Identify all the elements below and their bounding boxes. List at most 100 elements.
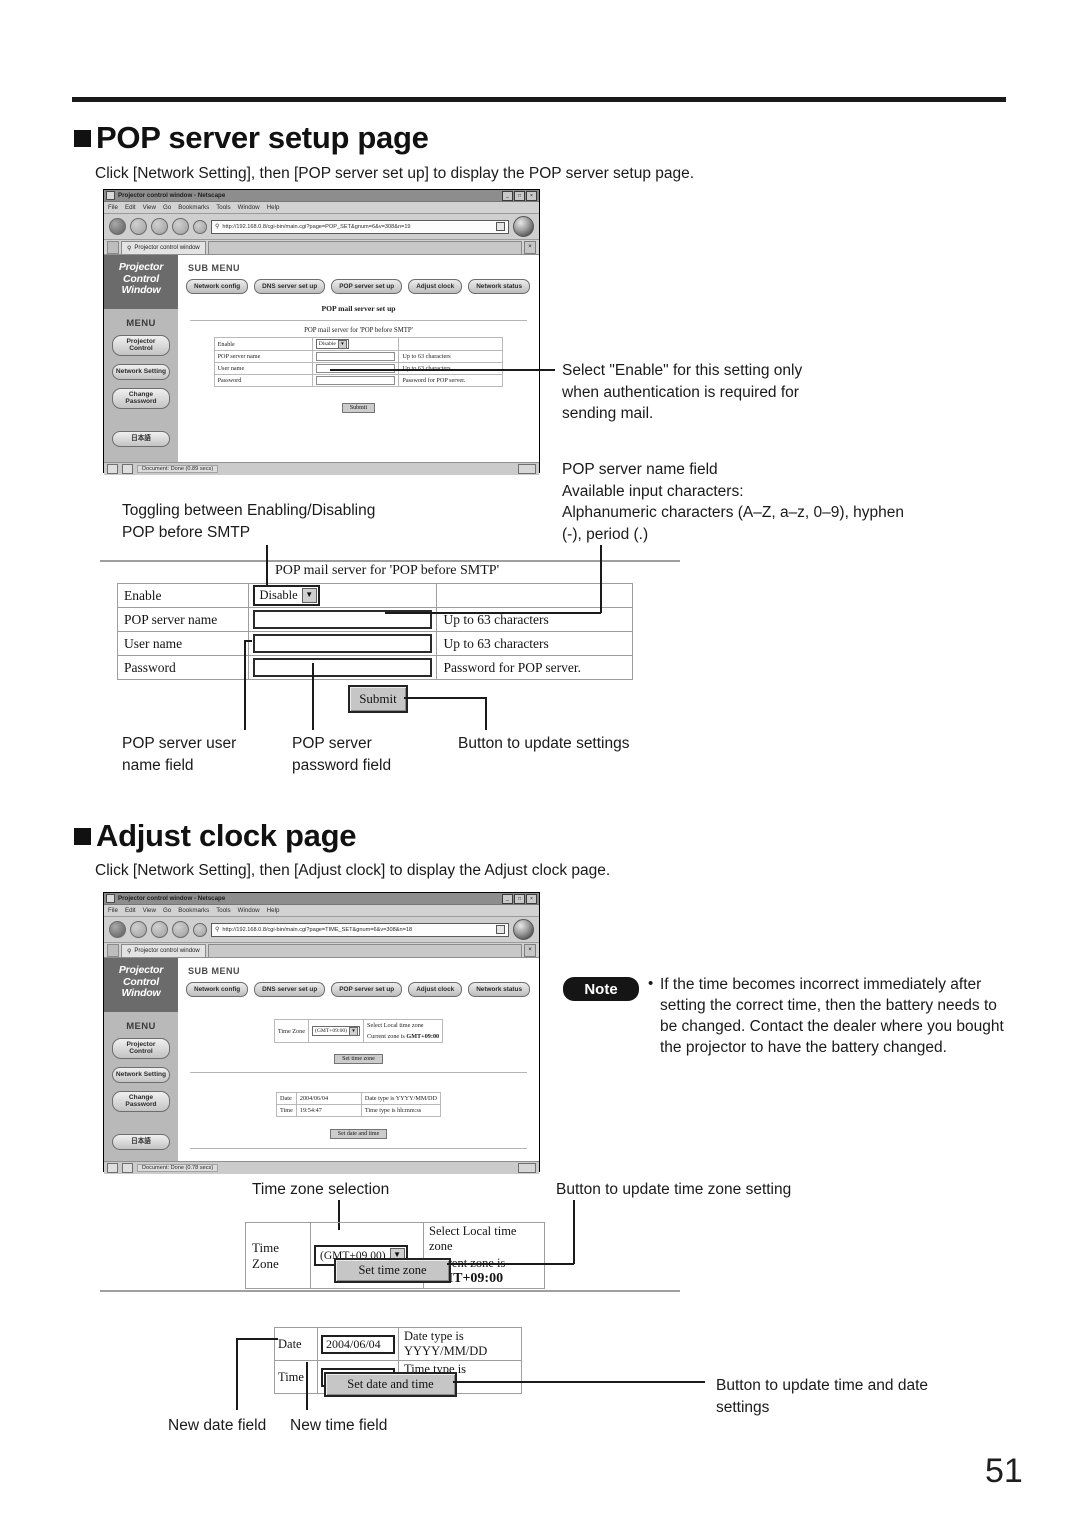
table-row: Password Password for POP server. <box>213 374 504 387</box>
address-bar[interactable]: ⚲ http://192.168.0.8/cgi-bin/main.cgi?pa… <box>211 922 509 937</box>
detail-set-time-zone-button[interactable]: Set time zone <box>334 1258 451 1283</box>
content-divider <box>190 1072 527 1073</box>
nav-network-config[interactable]: Network config <box>186 279 249 294</box>
back-button-icon[interactable] <box>109 218 126 235</box>
chevron-down-icon[interactable]: ▼ <box>337 339 347 349</box>
chevron-down-icon[interactable] <box>496 925 505 934</box>
menu-item-bookmarks[interactable]: Bookmarks <box>178 204 209 211</box>
nav-adjust-clock[interactable]: Adjust clock <box>408 279 463 294</box>
menu-item-go[interactable]: Go <box>163 204 171 211</box>
menu-item-window[interactable]: Window <box>238 204 260 211</box>
forward-button-icon[interactable] <box>130 921 147 938</box>
submit-button[interactable]: Submit <box>341 403 376 413</box>
detail-submit-button[interactable]: Submit <box>348 685 408 713</box>
location-pin-icon: ⚲ <box>215 927 220 933</box>
password-input[interactable] <box>315 376 396 385</box>
enable-select[interactable]: Disable ▼ <box>315 339 349 349</box>
tab-list-handle[interactable] <box>107 241 119 254</box>
sidebar-item-change-password[interactable]: Change Password <box>112 387 170 409</box>
tz-hint-2-value: GMT+09:00 <box>406 1033 440 1040</box>
menu-item-help[interactable]: Help <box>267 204 280 211</box>
time-hint: Time type is hh:mm:ss <box>360 1104 441 1117</box>
menu-item-window[interactable]: Window <box>238 907 260 914</box>
sidebar-item-change-password[interactable]: Change Password <box>112 1090 170 1112</box>
back-button-icon[interactable] <box>109 921 126 938</box>
content-page-title: POP mail server set up <box>321 304 396 313</box>
menu-item-file[interactable]: File <box>108 907 118 914</box>
browser-tab[interactable]: ⚲ Projector control window <box>121 241 206 254</box>
nav-pop-server-setup[interactable]: POP server set up <box>331 279 403 294</box>
tab-list-handle[interactable] <box>107 944 119 957</box>
sidebar-item-network-setting[interactable]: Network Setting <box>112 363 170 380</box>
page-icon: ⚲ <box>127 245 132 252</box>
browser-toolbar: ⚲ http://192.168.0.8/cgi-bin/main.cgi?pa… <box>104 214 539 240</box>
detail-user-name-input[interactable] <box>253 634 433 653</box>
menu-item-view[interactable]: View <box>143 907 156 914</box>
brand-line1: Projector <box>118 261 164 273</box>
sidebar-item-projector-control[interactable]: Projector Control <box>112 1037 170 1059</box>
chevron-down-icon[interactable]: ▼ <box>301 588 317 603</box>
brand-line3: Window <box>121 987 161 999</box>
sidebar-item-network-setting[interactable]: Network Setting <box>112 1066 170 1083</box>
detail-enable-select[interactable]: Disable ▼ <box>253 585 320 606</box>
pop-server-name-input[interactable] <box>315 352 396 361</box>
menu-item-help[interactable]: Help <box>267 907 280 914</box>
close-tab-icon[interactable]: × <box>524 241 536 254</box>
leader-username-vertical <box>244 640 246 730</box>
status-text: Document: Done (0.89 secs) <box>137 465 219 473</box>
timezone-select[interactable]: (GMT+09:00) ▼ <box>311 1026 361 1036</box>
menu-item-tools[interactable]: Tools <box>216 907 230 914</box>
detail-set-date-and-time-button[interactable]: Set date and time <box>324 1372 457 1397</box>
minimize-icon[interactable]: _ <box>502 190 513 201</box>
browser-tab[interactable]: ⚲ Projector control window <box>121 944 206 957</box>
security-icon <box>107 1163 118 1173</box>
forward-button-icon[interactable] <box>130 218 147 235</box>
nav-dns-server-setup[interactable]: DNS server set up <box>254 982 326 997</box>
close-tab-icon[interactable]: × <box>524 944 536 957</box>
maximize-icon[interactable]: □ <box>514 893 525 904</box>
menu-item-bookmarks[interactable]: Bookmarks <box>178 907 209 914</box>
detail-hint-user-name: Up to 63 characters <box>436 631 633 656</box>
menu-item-file[interactable]: File <box>108 204 118 211</box>
menu-item-go[interactable]: Go <box>163 907 171 914</box>
leader-tz-button-vertical <box>573 1200 575 1264</box>
nav-pop-server-setup[interactable]: POP server set up <box>331 982 403 997</box>
date-value[interactable]: 2004/06/04 <box>295 1092 362 1105</box>
menu-item-view[interactable]: View <box>143 204 156 211</box>
browser-tab-label: Projector control window <box>134 245 200 251</box>
reload-button-icon[interactable] <box>151 218 168 235</box>
nav-network-status[interactable]: Network status <box>468 279 530 294</box>
chevron-down-icon[interactable]: ▼ <box>349 1026 359 1036</box>
nav-network-status[interactable]: Network status <box>468 982 530 997</box>
chevron-down-icon[interactable] <box>496 222 505 231</box>
nav-adjust-clock[interactable]: Adjust clock <box>408 982 463 997</box>
browser-tab-label: Projector control window <box>134 948 200 954</box>
stop-button-icon[interactable] <box>172 218 189 235</box>
set-date-and-time-button[interactable]: Set date and time <box>329 1129 388 1139</box>
nav-dns-server-setup[interactable]: DNS server set up <box>254 279 326 294</box>
detail-divider-rule <box>100 560 680 562</box>
nav-network-config[interactable]: Network config <box>186 982 249 997</box>
sidebar-item-japanese[interactable]: 日本語 <box>112 430 170 447</box>
menu-item-edit[interactable]: Edit <box>125 907 136 914</box>
home-button-icon[interactable] <box>193 219 207 234</box>
close-icon[interactable]: × <box>526 893 537 904</box>
sidebar-item-japanese[interactable]: 日本語 <box>112 1133 170 1150</box>
minimize-icon[interactable]: _ <box>502 893 513 904</box>
time-value[interactable]: 19:54:47 <box>295 1104 362 1117</box>
close-icon[interactable]: × <box>526 190 537 201</box>
content-divider <box>190 320 527 321</box>
sidebar-item-projector-control[interactable]: Projector Control <box>112 334 170 356</box>
reload-button-icon[interactable] <box>151 921 168 938</box>
maximize-icon[interactable]: □ <box>514 190 525 201</box>
address-bar[interactable]: ⚲ http://192.168.0.8/cgi-bin/main.cgi?pa… <box>211 219 509 234</box>
timezone-mini-table: Time Zone (GMT+09:00) ▼ Select Local tim… <box>273 1019 444 1043</box>
menu-item-tools[interactable]: Tools <box>216 204 230 211</box>
home-button-icon[interactable] <box>193 922 207 937</box>
detail-password-input[interactable] <box>253 658 433 677</box>
menu-item-edit[interactable]: Edit <box>125 204 136 211</box>
stop-button-icon[interactable] <box>172 921 189 938</box>
set-time-zone-button[interactable]: Set time zone <box>334 1054 383 1064</box>
detail-date-input[interactable]: 2004/06/04 <box>321 1334 395 1354</box>
section-title-text: POP server setup page <box>96 120 429 155</box>
